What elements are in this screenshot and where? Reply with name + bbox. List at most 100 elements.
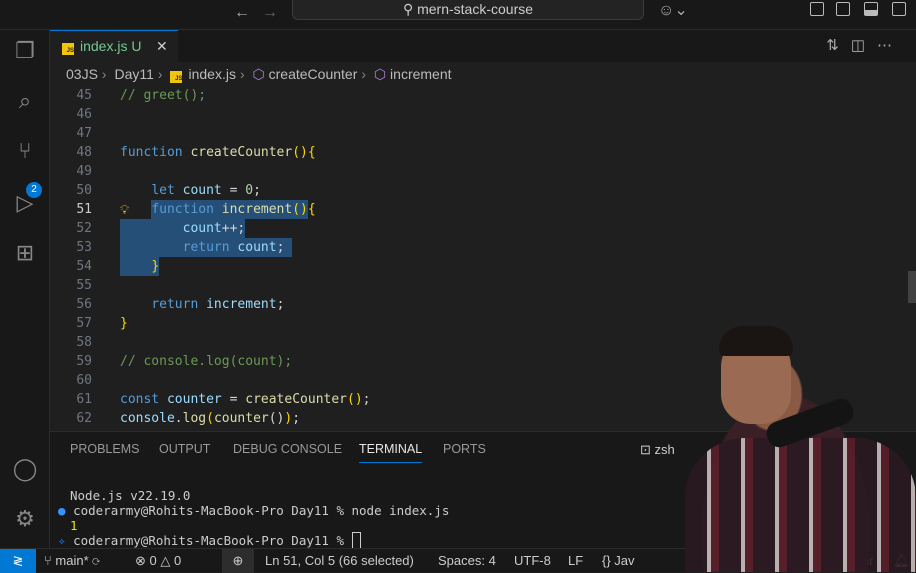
code-text: const counter = createCounter(); [120,392,371,407]
back-arrow-icon[interactable]: ← [234,4,250,22]
cursor-position[interactable]: Ln 51, Col 5 (66 selected) [265,549,414,572]
tab-git-status: U [131,38,142,54]
code-text: let count = 0; [151,183,261,198]
extensions-icon[interactable]: ⊞ [12,240,38,266]
encoding[interactable]: UTF-8 [514,549,551,572]
tab-label: index.js [80,38,128,54]
search-icon: ⚲ [402,1,418,17]
line-ending[interactable]: LF [568,549,583,572]
terminal-line: Node.js v22.19.0 [70,488,191,503]
terminal-icon: ⊡ [640,442,655,457]
line-number: 50 [76,183,92,198]
error-icon: ⊗ [135,553,150,568]
line-number: 53 [76,240,92,255]
code-line[interactable]: 50 let count = 0; [50,181,916,200]
split-editor-icon[interactable]: ◫ [851,37,877,54]
webcam-overlay [655,318,916,572]
close-icon[interactable]: ✕ [156,31,168,62]
sparkle-icon: ✧ [58,533,74,548]
open-changes-icon[interactable]: ⇅ [826,37,851,54]
search-icon[interactable]: ⌕ [12,88,38,114]
line-number: 54 [76,259,92,274]
editor-tab-bar: JS index.js U ✕ ⇅◫⋯ [50,30,916,62]
more-actions-icon[interactable]: ⋯ [877,37,904,54]
terminal-input-line[interactable]: ✧ coderarmy@Rohits-MacBook-Pro Day11 % [58,532,362,549]
prompt-dot-icon: ● [58,503,74,518]
branch-indicator[interactable]: ⑂ main* ⟳ [44,549,100,572]
function-symbol-icon: ⬡ [373,66,387,82]
terminal-line: 1 [70,518,78,533]
language-mode[interactable]: {} Jav [602,549,635,572]
command-center-search[interactable]: ⚲ mern-stack-course [292,0,644,20]
search-label: mern-stack-course [417,1,534,17]
code-line[interactable]: 48 function createCounter(){ [50,143,916,162]
terminal-line: ● coderarmy@Rohits-MacBook-Pro Day11 % n… [58,503,450,518]
code-line[interactable]: 46 [50,105,916,124]
layout-customize-icon[interactable] [810,2,824,16]
function-symbol-icon: ⬡ [252,66,265,82]
code-text: } [151,259,160,274]
account-icon[interactable]: ◯ [12,456,38,482]
code-text: console.log(counter()); [120,411,301,426]
settings-gear-icon[interactable]: ⚙ [12,506,38,532]
explorer-icon[interactable]: ❐ [12,38,38,64]
code-line[interactable]: 51 💡︎ function increment(){ [50,200,916,219]
activity-bar: ❐ ⌕ ⑂ 2 ▷ ⊞ ◯ ⚙ [0,30,50,548]
code-text: count++; [182,221,246,236]
tab-terminal[interactable]: TERMINAL [359,442,423,463]
code-text: function increment(){ [151,202,316,217]
line-number: 55 [76,278,92,293]
tab-index-js[interactable]: JS index.js U ✕ [50,30,178,62]
tab-problems[interactable]: PROBLEMS [70,442,139,456]
line-number: 46 [76,107,92,122]
code-text: // greet(); [120,88,207,103]
toggle-primary-sidebar-icon[interactable] [836,2,850,16]
line-number: 59 [76,354,92,369]
git-branch-icon: ⑂ [44,553,56,568]
code-line[interactable]: 47 [50,124,916,143]
line-number: 61 [76,392,92,407]
tab-ports[interactable]: PORTS [443,442,486,456]
breadcrumb: 03JS › Day11 › JS index.js › ⬡ createCounter… [66,66,452,83]
run-debug-icon[interactable]: ▷ [12,190,38,216]
title-bar: ← → ⚲ mern-stack-course ☺⌄ [0,0,916,30]
code-text: function createCounter(){ [120,145,316,160]
tab-output[interactable]: OUTPUT [159,442,210,456]
problems-indicator[interactable]: ⊗ 0 △ 0 [135,549,181,572]
line-number: 48 [76,145,92,160]
forward-arrow-icon[interactable]: → [262,4,278,22]
line-number: 56 [76,297,92,312]
code-line[interactable]: 52 count++; [50,219,916,238]
breadcrumb-item[interactable]: Day11 [114,66,153,82]
braces-icon: {} [602,553,615,568]
tab-debug-console[interactable]: DEBUG CONSOLE [233,442,342,456]
code-line[interactable]: 45 // greet(); [50,86,916,105]
code-line[interactable]: 55 [50,276,916,295]
code-text: } [120,316,128,331]
code-line[interactable]: 49 [50,162,916,181]
code-line[interactable]: 56 return increment; [50,295,916,314]
line-number: 62 [76,411,92,426]
line-number: 52 [76,221,92,236]
remote-indicator-icon[interactable]: ≷ [0,549,36,573]
copilot-icon[interactable]: ☺⌄ [658,0,688,20]
code-text: // console.log(count); [120,354,293,369]
sync-icon: ⟳ [92,553,101,568]
line-number: 51 [76,202,92,217]
breadcrumb-item[interactable]: 03JS [66,66,98,82]
indentation[interactable]: Spaces: 4 [438,549,496,572]
toggle-panel-icon[interactable] [864,2,878,16]
toggle-secondary-sidebar-icon[interactable] [892,2,906,16]
js-file-icon: JS [62,43,74,55]
line-number: 57 [76,316,92,331]
breadcrumb-item[interactable]: index.js [188,66,235,82]
line-number: 47 [76,126,92,141]
zoom-icon[interactable]: ⊕ [222,549,254,573]
code-line[interactable]: 53 return count; [50,238,916,257]
line-number: 45 [76,88,92,103]
breadcrumb-item[interactable]: increment [390,66,451,82]
breadcrumb-item[interactable]: createCounter [269,66,358,82]
line-number: 58 [76,335,92,350]
code-line[interactable]: 54 } [50,257,916,276]
source-control-icon[interactable]: ⑂ [12,138,38,164]
